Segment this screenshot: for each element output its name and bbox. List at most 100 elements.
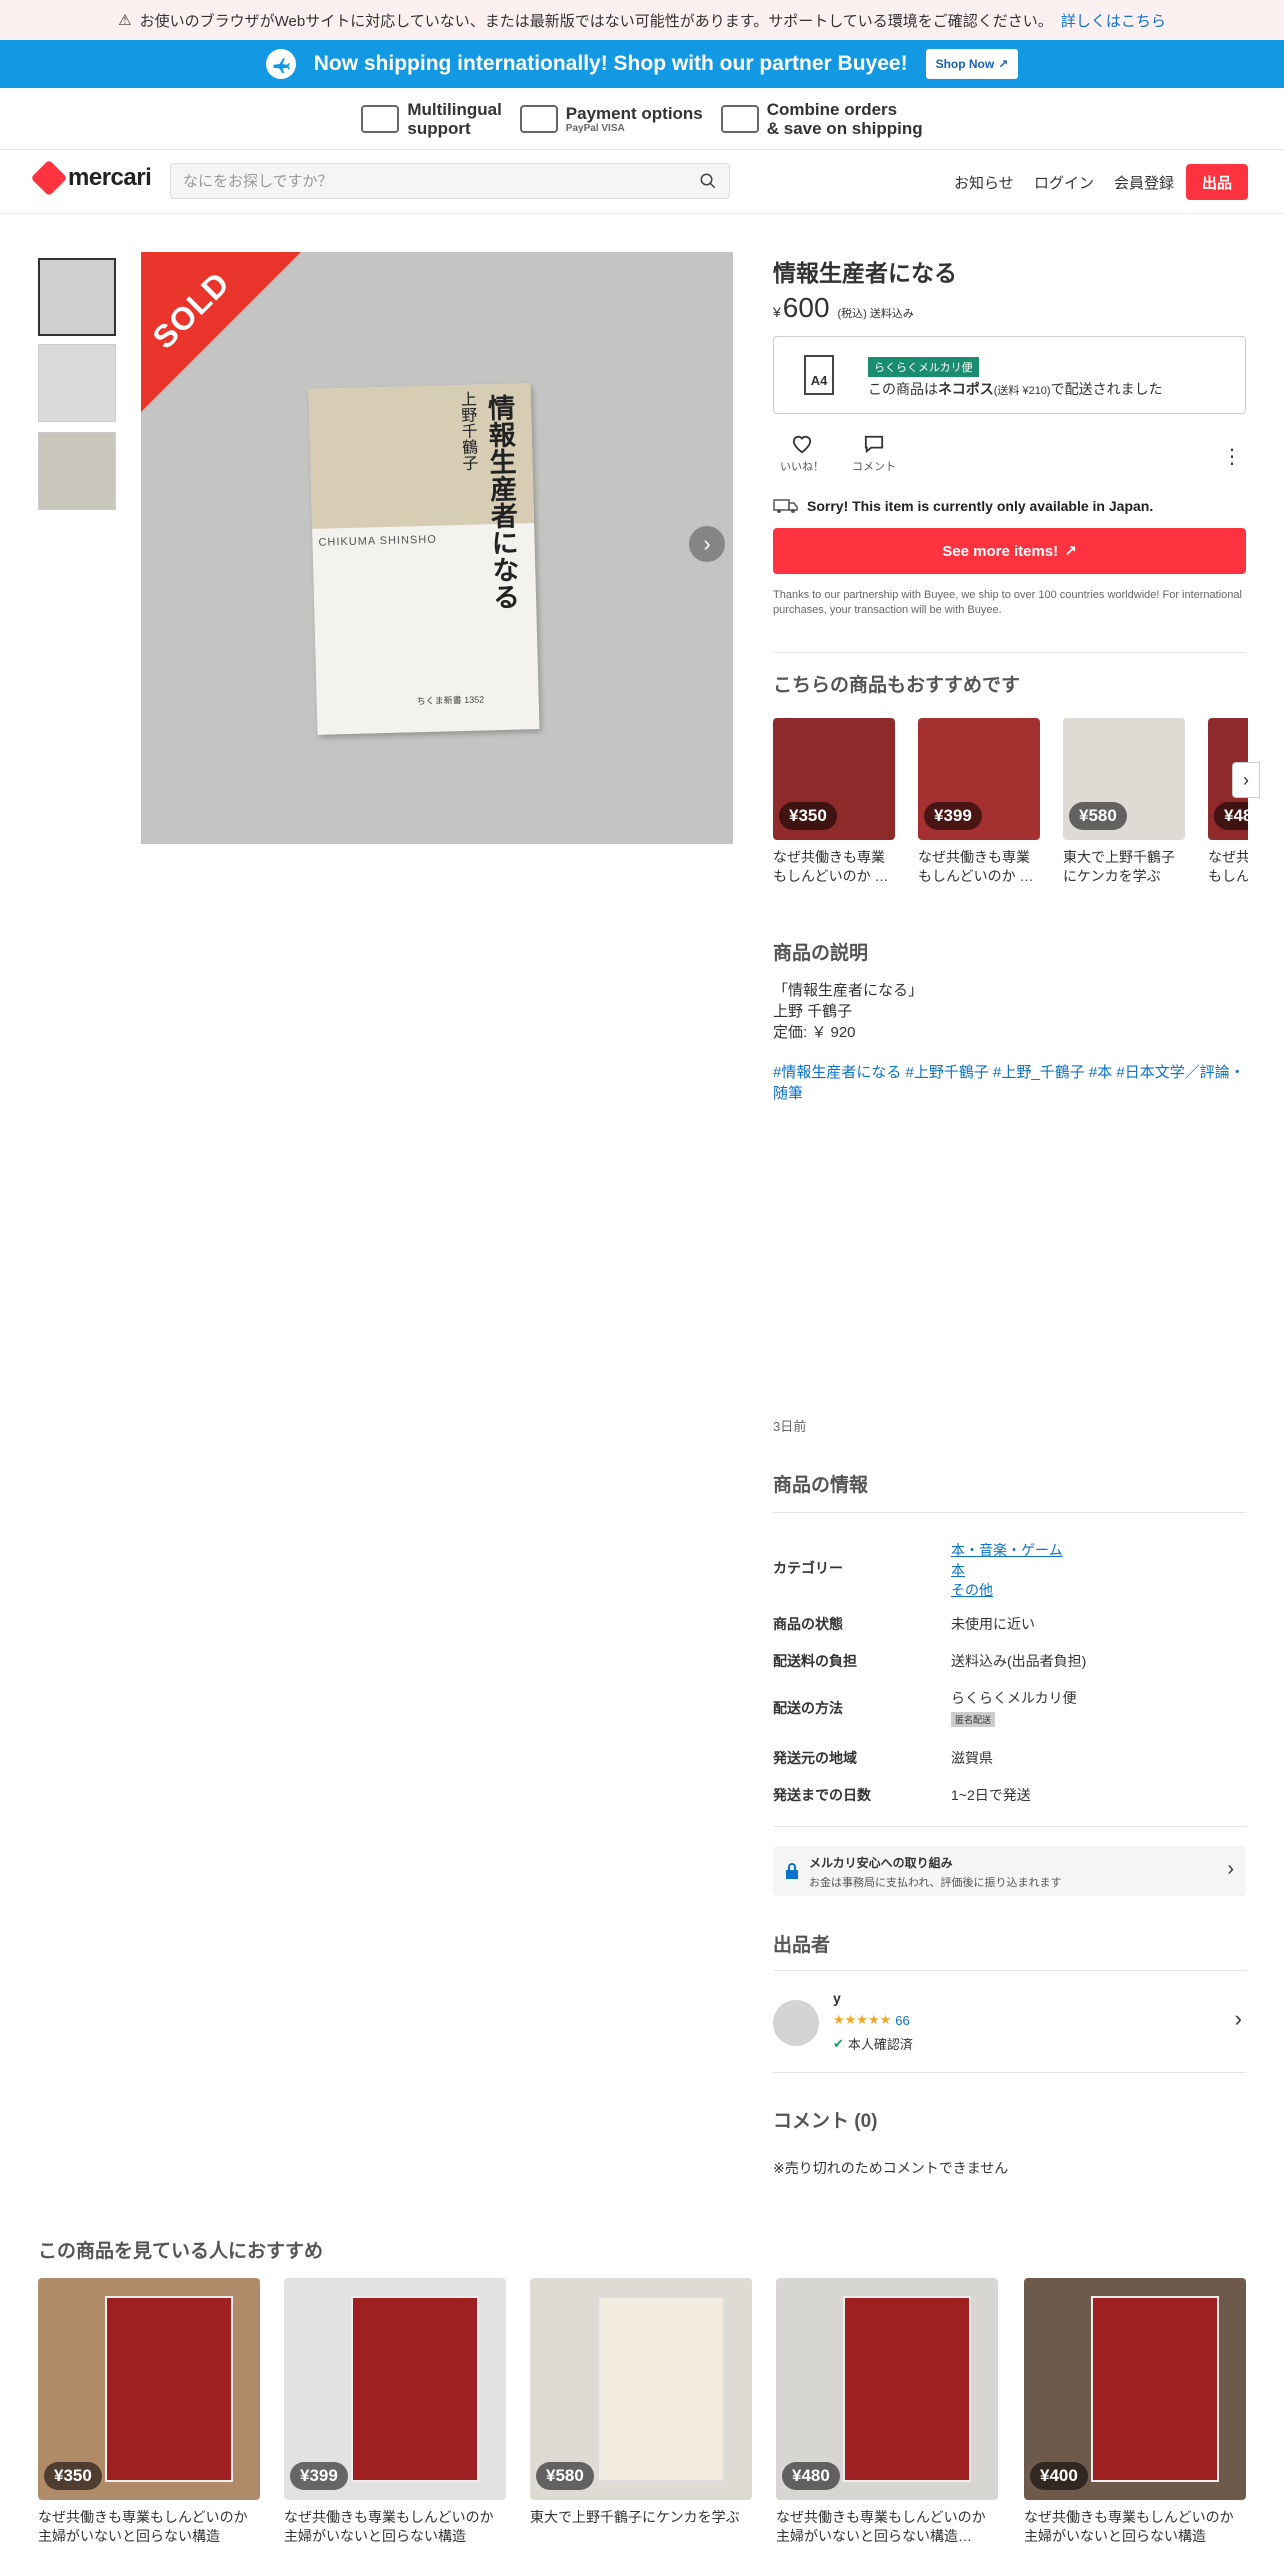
nav-login[interactable]: ログイン (1034, 172, 1094, 193)
bottom-recommend-item[interactable]: ¥399 なぜ共働きも専業もしんどいのか 主婦がいないと回らない構造 (284, 2278, 506, 2546)
recommend-item-image: ¥399 (918, 718, 1040, 840)
comment-icon (864, 435, 884, 454)
category-link[interactable]: その他 (951, 1580, 1063, 1600)
recommend-item[interactable]: ¥580 東大で上野千鶴子にケンカを学ぶ (1063, 718, 1185, 886)
search-box (170, 163, 730, 199)
seller-title: 出品者 (773, 1935, 831, 1956)
japan-only-text: Sorry! This item is currently only avail… (807, 498, 1154, 514)
search-icon[interactable] (699, 172, 717, 190)
divider (773, 1512, 1246, 1513)
method-value: らくらくメルカリ便 (951, 1690, 1077, 1706)
nav-signup[interactable]: 会員登録 (1114, 172, 1174, 193)
days-label: 発送までの日数 (773, 1787, 871, 1803)
comment-label: コメント (852, 461, 896, 473)
info-title: 商品の情報 (773, 1475, 869, 1496)
external-link-icon: ↗ (1064, 543, 1077, 560)
fee-value: 送料込み(出品者負担) (951, 1653, 1087, 1669)
bottom-recommend-item[interactable]: ¥400 なぜ共働きも専業もしんどいのか 主婦がいないと回らない構造 (1024, 2278, 1246, 2546)
lock-icon (786, 1863, 798, 1879)
description-line: 定価: ￥ 920 (773, 1024, 856, 1041)
description-line: 上野 千鶴子 (773, 1003, 853, 1020)
warning-icon: ⚠ (118, 12, 132, 29)
category-link[interactable]: 本・音楽・ゲーム (951, 1540, 1063, 1560)
recommend-item-price: ¥580 (1069, 802, 1127, 830)
region-value: 滋賀県 (951, 1750, 993, 1766)
description-line: 「情報生産者になる」 (773, 982, 924, 999)
description-body: 「情報生産者になる」 上野 千鶴子 定価: ￥ 920 (773, 980, 923, 1043)
partner-note: Thanks to our partnership with Buyee, we… (773, 589, 1242, 616)
rating-count: 66 (895, 2012, 910, 2028)
shipping-note: この商品はネコポス(送料 ¥210)で配送されました (868, 379, 1163, 399)
nav-notifications[interactable]: お知らせ (954, 172, 1014, 193)
recommend-next-button[interactable]: › (1232, 762, 1260, 798)
category-values: 本・音楽・ゲーム 本 その他 (951, 1540, 1063, 1600)
bottom-item-price: ¥480 (782, 2462, 840, 2490)
sell-button[interactable]: 出品 (1186, 164, 1248, 200)
international-shipping-banner[interactable]: Now shipping internationally! Shop with … (0, 40, 1284, 88)
search-input[interactable] (183, 172, 699, 190)
recommend-item-name: 東大で上野千鶴子にケンカを学ぶ (1063, 849, 1175, 884)
shipping-note-pre: この商品は (868, 381, 938, 397)
feature-combine: Combine orders & save on shipping (720, 100, 923, 138)
product-main-image[interactable]: 上野千鶴子 情報生産者になる CHIKUMA SHINSHO ちくま新書 135… (141, 252, 733, 844)
recommend-item[interactable]: ¥350 なぜ共働きも専業もしんどいのか … (773, 718, 895, 886)
thumbnail-1[interactable] (38, 258, 116, 336)
bottom-recommend-title: この商品を見ている人におすすめ (38, 2241, 324, 2262)
warning-details-link[interactable]: 詳しくはこちら (1061, 10, 1166, 31)
recommend-item-name: なぜ共働きも専業もしんどいのか … (773, 849, 889, 884)
bottom-item-price: ¥399 (290, 2462, 348, 2490)
like-button[interactable]: いいね！ (780, 434, 824, 474)
recommend-item-price: ¥350 (779, 802, 837, 830)
product-title: 情報生産者になる (773, 260, 957, 286)
recommend-item[interactable]: ¥480 なぜ共働きも専業もしんどいのか (1208, 718, 1248, 886)
shop-now-button[interactable]: Shop Now ↗ (925, 49, 1019, 79)
price-value: 600 (782, 292, 830, 323)
avatar (773, 2000, 819, 2046)
rakuraku-badge: らくらくメルカリ便 (868, 357, 979, 377)
bottom-recommend-item[interactable]: ¥480 なぜ共働きも専業もしんどいのか 主婦がいないと回らない構造… (776, 2278, 998, 2546)
more-options-icon[interactable]: ⋮ (1222, 444, 1242, 469)
bottom-item-price: ¥580 (536, 2462, 594, 2490)
wallet-icon (720, 104, 759, 133)
see-more-items-button[interactable]: See more items! ↗ (773, 528, 1246, 574)
recommend-title: こちらの商品もおすすめです (773, 675, 1021, 696)
recommend-item[interactable]: ¥399 なぜ共働きも専業もしんどいのか … (918, 718, 1040, 886)
bottom-item-price: ¥400 (1030, 2462, 1088, 2490)
book-cover (350, 2295, 480, 2483)
feature-title: Payment options (565, 103, 703, 123)
price-currency: ¥ (773, 304, 781, 320)
like-label: いいね！ (780, 461, 824, 473)
product-price: ¥ 600 (税込) 送料込み (773, 292, 914, 324)
mercari-logo[interactable]: mercari (30, 159, 152, 197)
book-series-text: CHIKUMA SHINSHO (318, 533, 437, 549)
bottom-recommend-item[interactable]: ¥350 なぜ共働きも専業もしんどいのか 主婦がいないと回らない構造 (38, 2278, 260, 2546)
bottom-item-name: なぜ共働きも専業もしんどいのか 主婦がいないと回らない構造 (284, 2509, 494, 2544)
recommend-item-name: なぜ共働きも専業もしんどいのか … (918, 849, 1034, 884)
feature-title: Multilingual (407, 99, 502, 119)
condition-value: 未使用に近い (951, 1616, 1035, 1632)
seller-row[interactable]: y ★★★★★ 66 ✔ 本人確認済 › (773, 1988, 1246, 2052)
recommend-item-image: ¥350 (773, 718, 895, 840)
recommend-item-price: ¥480 (1214, 802, 1248, 830)
feature-payment: Payment options PayPal VISA (519, 103, 703, 134)
bottom-recommend-item[interactable]: ¥580 東大で上野千鶴子にケンカを学ぶ (530, 2278, 752, 2546)
feature-sub: PayPal VISA (565, 122, 625, 134)
truck-icon (773, 499, 798, 513)
shipping-info-box: A4 らくらくメルカリ便 この商品はネコポス(送料 ¥210)で配送されました (773, 336, 1246, 414)
comment-button[interactable]: コメント (852, 434, 896, 474)
safety-info-box[interactable]: メルカリ安心への取り組み お金は事務局に支払われ、評価後に振り込まれます › (773, 1846, 1246, 1896)
divider (773, 1826, 1246, 1827)
verified-badge: ✔ 本人確認済 (833, 2034, 913, 2053)
warning-text: お使いのブラウザがWebサイトに対応していない、または最新版ではない可能性があり… (139, 12, 1053, 30)
shipping-note-post: で配送されました (1050, 381, 1163, 397)
thumbnail-3[interactable] (38, 432, 116, 510)
hashtags[interactable]: #情報生産者になる #上野千鶴子 #上野_千鶴子 #本 #日本文学／評論・随筆 (773, 1062, 1253, 1104)
thumbnail-2[interactable] (38, 344, 116, 422)
star-rating-icon: ★★★★★ (833, 2012, 892, 2027)
shipping-banner-text: Now shipping internationally! Shop with … (313, 52, 908, 75)
bottom-item-image: ¥400 (1024, 2278, 1246, 2500)
image-next-button[interactable]: › (689, 526, 725, 562)
external-link-icon: ↗ (998, 57, 1009, 71)
feature-multilingual: Multilingual support (361, 99, 502, 138)
category-link[interactable]: 本 (951, 1560, 1063, 1580)
